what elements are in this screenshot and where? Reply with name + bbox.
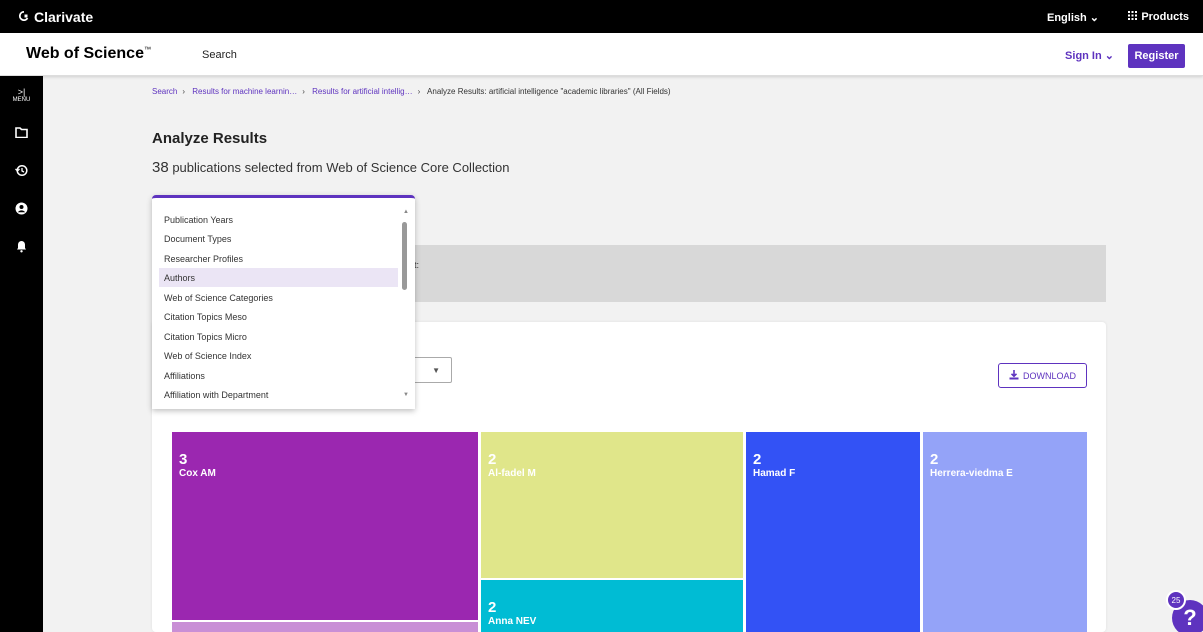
menu-toggle[interactable]: >| MENU: [0, 88, 43, 104]
treemap-tile-name: Anna NEV: [488, 616, 537, 627]
download-label: DOWNLOAD: [1022, 370, 1076, 381]
products-label: Products: [1141, 11, 1189, 23]
dropdown-option-citation-topics-micro[interactable]: Citation Topics Micro: [159, 327, 398, 346]
product-name: Web of Science: [26, 45, 144, 62]
dropdown-option-affiliations[interactable]: Affiliations: [159, 366, 398, 385]
dropdown-option-affiliation-department[interactable]: Affiliation with Department: [159, 385, 398, 404]
scroll-down-icon[interactable]: ▼: [403, 392, 409, 398]
history-icon[interactable]: [0, 164, 43, 180]
caret-down-icon: ▼: [432, 366, 440, 375]
treemap-tile[interactable]: 2 Herrera-viedma E: [923, 432, 1087, 632]
app-header: Web of Science™ Search Sign In ⌄ Registe…: [0, 33, 1203, 76]
dropdown-option-wos-index[interactable]: Web of Science Index: [159, 346, 398, 365]
web-of-science-logo[interactable]: Web of Science™: [26, 45, 151, 63]
download-icon: [1009, 369, 1019, 382]
chevron-right-icon: ›: [182, 87, 186, 96]
sign-in-label: Sign In: [1065, 50, 1102, 62]
trademark-symbol: ™: [143, 46, 151, 54]
top-bar: Clarivate English ⌄ Products: [0, 0, 1203, 33]
breadcrumb-ai-results[interactable]: Results for artificial intellig…: [312, 87, 412, 96]
treemap-tile-count: 3: [179, 451, 188, 468]
dropdown-option-document-types[interactable]: Document Types: [159, 229, 398, 248]
dropdown-option-researcher-profiles[interactable]: Researcher Profiles: [159, 249, 398, 268]
chevron-right-icon: ›: [417, 87, 421, 96]
publication-count: 38 publications selected from Web of Sci…: [152, 159, 510, 176]
treemap-tile[interactable]: 3 Cox AM: [172, 432, 478, 620]
clarivate-logo-icon: [18, 10, 30, 25]
left-rail: >| MENU: [0, 76, 43, 632]
help-badge: 25: [1166, 590, 1186, 610]
count-text: publications selected from Web of Scienc…: [172, 160, 510, 175]
grid-icon: [1128, 11, 1138, 23]
search-nav-link[interactable]: Search: [202, 49, 237, 61]
language-label: English: [1046, 12, 1087, 24]
products-menu[interactable]: Products: [1128, 11, 1189, 23]
breadcrumb: Search › Results for machine learnin… › Re…: [152, 87, 671, 96]
breadcrumb-machine-learning-results[interactable]: Results for machine learnin…: [192, 87, 297, 96]
dropdown-option-citation-topics-meso[interactable]: Citation Topics Meso: [159, 307, 398, 326]
treemap-tile[interactable]: 2 Al-fadel M: [481, 432, 743, 578]
breadcrumb-current: Analyze Results: artificial intelligence…: [427, 87, 671, 96]
treemap-tile-name: Hamad F: [753, 468, 796, 479]
scroll-up-icon[interactable]: ▲: [403, 209, 409, 215]
sign-in-menu[interactable]: Sign In ⌄: [1065, 49, 1114, 62]
treemap-tile-count: 2: [488, 451, 497, 468]
treemap-tile-name: Al-fadel M: [488, 468, 536, 479]
download-button[interactable]: DOWNLOAD: [998, 363, 1087, 388]
language-selector[interactable]: English ⌄: [1047, 11, 1099, 24]
dropdown-option-authors[interactable]: Authors: [159, 268, 398, 287]
clarivate-logo[interactable]: Clarivate: [18, 9, 93, 25]
breadcrumb-search[interactable]: Search: [152, 87, 177, 96]
chevron-right-icon: ›: [302, 87, 305, 96]
account-icon[interactable]: [0, 202, 43, 218]
chevron-down-icon: ⌄: [1089, 12, 1099, 24]
bell-icon[interactable]: [0, 240, 43, 256]
treemap-tile-count: 2: [488, 599, 497, 616]
treemap-tile[interactable]: 2 Hamad F: [746, 432, 920, 632]
analyze-field-dropdown[interactable]: Publication Years Document Types Researc…: [152, 195, 415, 409]
treemap-tile-count: 2: [753, 451, 762, 468]
register-button[interactable]: Register: [1128, 44, 1185, 68]
folder-icon[interactable]: [0, 126, 43, 141]
scrollbar-thumb[interactable]: [402, 222, 407, 290]
clarivate-brand-text: Clarivate: [34, 9, 94, 25]
treemap-tile-name: Cox AM: [179, 468, 216, 479]
menu-label: MENU: [12, 97, 31, 103]
treemap-tile-partial[interactable]: [172, 622, 478, 632]
dropdown-option-publication-years[interactable]: Publication Years: [159, 210, 398, 229]
treemap-tile-count: 2: [930, 451, 939, 468]
dropdown-option-wos-categories[interactable]: Web of Science Categories: [159, 288, 398, 307]
treemap-tile[interactable]: 2 Anna NEV: [481, 580, 743, 632]
page-title: Analyze Results: [152, 130, 268, 147]
chevron-down-icon: ⌄: [1104, 50, 1114, 62]
treemap-tile-name: Herrera-viedma E: [930, 468, 1013, 479]
count-number: 38: [152, 159, 169, 176]
